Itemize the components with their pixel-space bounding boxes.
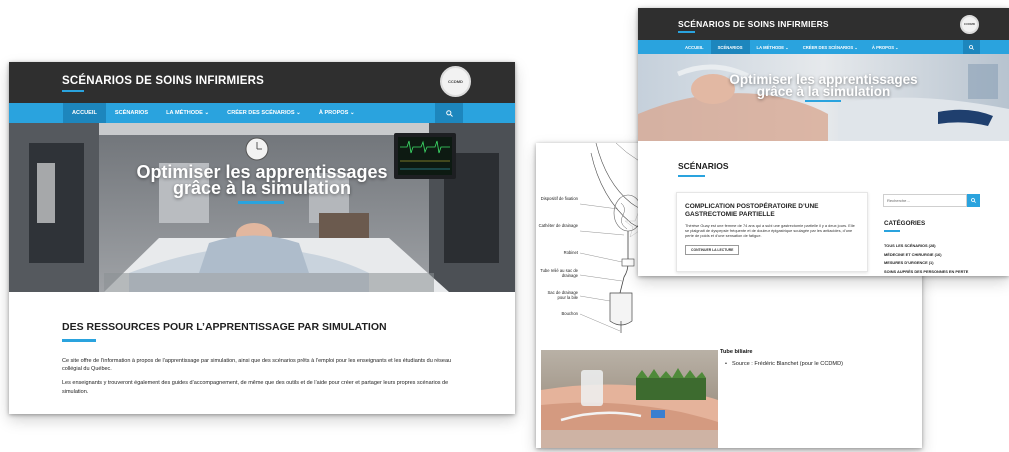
scenario-card-excerpt: Thérèse Guay est une femme de 74 ans qui… <box>685 223 855 238</box>
diagram-label-cap: Bouchon <box>561 311 578 316</box>
title-accent-line <box>62 90 84 92</box>
page-heading-accent-line <box>678 175 705 177</box>
nav-item-methode[interactable]: LA MÉTHODE ⌄ <box>157 103 218 123</box>
scenarios-page-window: SCÉNARIOS DE SOINS INFIRMIERS CCDMD ACCU… <box>638 8 1009 276</box>
categories-list: TOUS LES SCÉNARIOS (28) MÉDECINE ET CHIR… <box>884 242 984 276</box>
nav-item-scenarios[interactable]: SCÉNARIOS <box>710 40 750 54</box>
scenario-card-title[interactable]: COMPLICATION POSTOPÉRATOIRE D’UNE GASTRE… <box>685 203 859 218</box>
nav-item-a-propos[interactable]: À PROPOS ⌄ <box>310 103 364 123</box>
scenario-card[interactable]: COMPLICATION POSTOPÉRATOIRE D’UNE GASTRE… <box>676 192 868 272</box>
nav-item-creer[interactable]: CRÉER DES SCÉNARIOS ⌄ <box>218 103 310 123</box>
biliary-tube-photo <box>541 350 718 448</box>
categories-heading: CATÉGORIES <box>884 220 926 227</box>
hero-underline <box>805 100 841 102</box>
hero-title: Optimiser les apprentissages grâce à la … <box>9 163 515 198</box>
tube-title: Tube biliaire <box>720 349 753 355</box>
page-heading: SCÉNARIOS <box>678 161 729 171</box>
diagram-label-valve: Robinet <box>563 250 578 255</box>
ccdmd-logo-icon[interactable]: CCDMD <box>960 15 979 34</box>
diagram-label-bag: Sac de drainage pour la bile <box>547 290 579 300</box>
sidebar-search-input[interactable]: Recherche… <box>883 194 967 207</box>
hero-title-line-2: grâce à la simulation <box>172 178 352 198</box>
section-accent-line <box>62 339 96 342</box>
search-icon <box>969 44 974 50</box>
hero-banner: Optimiser les apprentissages grâce à la … <box>638 54 1009 141</box>
category-link-medecine[interactable]: MÉDECINE ET CHIRURGIE (16) <box>884 251 984 260</box>
hero-underline <box>238 201 284 204</box>
nav-search-button[interactable] <box>963 40 980 54</box>
category-link-all[interactable]: TOUS LES SCÉNARIOS (28) <box>884 242 984 251</box>
screenshot-collage: Dispositif de fixation Cathéter de drain… <box>0 0 1009 452</box>
ccdmd-logo-icon[interactable]: CCDMD <box>440 66 471 97</box>
site-title[interactable]: SCÉNARIOS DE SOINS INFIRMIERS <box>678 19 829 29</box>
diagram-label-tube: Tube relié au sac de drainage <box>540 268 578 278</box>
home-content: DES RESSOURCES POUR L’APPRENTISSAGE PAR … <box>9 292 515 396</box>
site-title[interactable]: SCÉNARIOS DE SOINS INFIRMIERS <box>62 75 264 87</box>
home-page-window: SCÉNARIOS DE SOINS INFIRMIERS CCDMD ACCU… <box>9 62 515 414</box>
nav-item-scenarios[interactable]: SCÉNARIOS <box>106 103 157 123</box>
tube-source: Source : Frédéric Blanchet (pour le CCDM… <box>725 361 843 367</box>
section-heading: DES RESSOURCES POUR L’APPRENTISSAGE PAR … <box>62 321 387 333</box>
site-header: SCÉNARIOS DE SOINS INFIRMIERS CCDMD <box>638 8 1009 40</box>
nav-item-a-propos[interactable]: À PROPOS ⌄ <box>865 40 906 54</box>
intro-paragraph-2: Les enseignants y trouveront également d… <box>62 380 449 395</box>
continue-reading-button[interactable]: CONTINUER LA LECTURE <box>685 245 740 255</box>
title-accent-line <box>678 31 695 33</box>
diagram-label-fixation: Dispositif de fixation <box>540 196 578 201</box>
nav-item-accueil[interactable]: ACCUEIL <box>63 103 106 123</box>
main-nav: ACCUEIL SCÉNARIOS LA MÉTHODE ⌄ CRÉER DES… <box>638 40 1009 54</box>
categories-accent-line <box>884 230 900 232</box>
hero-title-line-2: grâce à la simulation <box>756 84 891 99</box>
intro-paragraph-1: Ce site offre de l’information à propos … <box>62 358 452 373</box>
main-nav: ACCUEIL SCÉNARIOS LA MÉTHODE ⌄ CRÉER DES… <box>9 103 515 123</box>
nav-item-methode[interactable]: LA MÉTHODE ⌄ <box>750 40 796 54</box>
hero-banner: Optimiser les apprentissages grâce à la … <box>9 123 515 292</box>
nav-item-accueil[interactable]: ACCUEIL <box>678 40 711 54</box>
nav-search-button[interactable] <box>435 103 463 123</box>
category-link-perte[interactable]: SOINS AUPRÈS DES PERSONNES EN PERTE <box>884 268 984 277</box>
nav-item-creer[interactable]: CRÉER DES SCÉNARIOS ⌄ <box>796 40 865 54</box>
hospital-room-photo <box>9 123 515 292</box>
hero-title: Optimiser les apprentissages grâce à la … <box>638 73 1009 99</box>
search-icon <box>971 198 976 203</box>
diagram-label-catheter: Cathéter de drainage <box>538 223 578 228</box>
search-icon <box>445 109 453 117</box>
site-header: SCÉNARIOS DE SOINS INFIRMIERS CCDMD <box>9 62 515 103</box>
category-link-urgence[interactable]: MESURES D’URGENCE (1) <box>884 259 984 268</box>
sidebar-search-button[interactable] <box>967 194 980 207</box>
